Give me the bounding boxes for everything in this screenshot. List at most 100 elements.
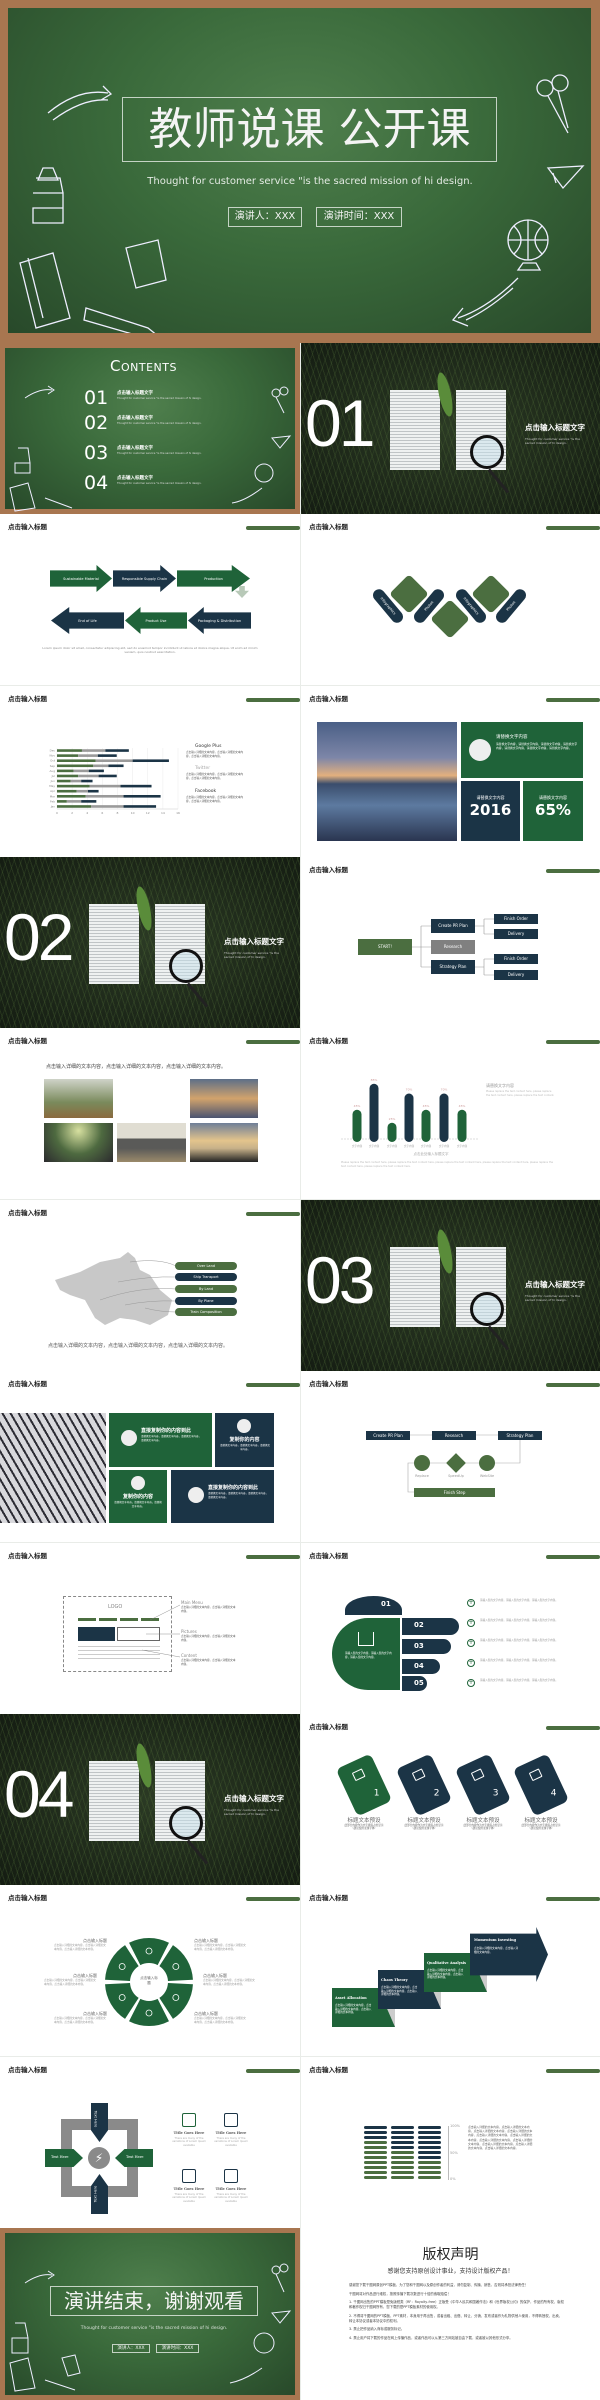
route-label[interactable]: Over Land <box>175 1262 237 1270</box>
process-step[interactable]: Production <box>177 565 250 592</box>
column-chart-slide: 45% 文字内容 85% 文字内容 25% 文字内容 70% 文字内容 45% 文字内容 70% 文字… <box>301 1028 600 1199</box>
route-label[interactable]: By Plane <box>175 1297 237 1305</box>
column-bar <box>404 1093 414 1142</box>
website-node[interactable] <box>479 1455 495 1471</box>
y-tick-label: Mar <box>50 794 56 798</box>
finger-05[interactable]: 05 <box>402 1676 427 1691</box>
contents-item-title[interactable]: 点击输入标题文字 <box>117 390 153 396</box>
bar-segment <box>132 759 169 763</box>
y-tick-label: Oct <box>50 759 56 763</box>
social-body: 点击输入详细的文本内容，点击输入详细的文本内容，点击输入详细的文本内容。 <box>186 751 244 758</box>
number-card[interactable]: 2 <box>395 1753 453 1817</box>
bar-segment <box>57 764 94 768</box>
tile-body: 请替换文字内容，请替换文字内容，请替换文字内容，请替换文字内容。 <box>208 1492 269 1499</box>
data-label: 85% <box>371 1078 378 1082</box>
contents-item-title[interactable]: 点击输入标题文字 <box>117 475 153 481</box>
category-label: 文字内容 <box>421 1144 432 1148</box>
level-pill <box>391 2141 414 2145</box>
flow-node[interactable]: Strategy Plan <box>431 960 475 974</box>
stair-title: Chaos Theory <box>381 1978 408 1982</box>
wireframe-label: Content <box>181 1653 197 1658</box>
header-accent-bar <box>546 526 600 530</box>
x-tick-label: 6 <box>101 811 103 815</box>
slide-title: 点击输入标题 <box>309 1380 348 1388</box>
stair-body: 点击输入详细的文本内容，点击输入详细的文本内容，点击输入详细的文本内容。 <box>335 2004 372 2015</box>
route-label[interactable]: Ship Transport <box>175 1273 237 1281</box>
contents-item-title[interactable]: 点击输入标题文字 <box>117 415 153 421</box>
city-sunset-photo <box>190 1079 258 1118</box>
flow-leaf[interactable]: Delivery <box>494 970 538 980</box>
copyright-paragraph: 2. 不得将千图网的PPT模板、PPT素材，本身用于再出售，或者出租、出借、转让… <box>349 2313 563 2323</box>
diamonds-slide: Infographics Photos Infographics Photos 点击输… <box>301 514 600 685</box>
contents-item-desc: Thought for customer service "is the sac… <box>117 397 202 400</box>
card-number: 1 <box>373 1788 380 1799</box>
plus-circle-icon: + <box>467 1659 475 1667</box>
slide-title: 点击输入标题 <box>8 523 47 531</box>
level-pill <box>364 2141 387 2145</box>
stair-arrow[interactable]: Momentum Investing 点击输入详细的文本内容，点击输入详细的文本内… <box>470 1927 548 1982</box>
process-step[interactable]: Product Use <box>125 607 187 634</box>
calendar-icon <box>182 2169 196 2183</box>
flow-leaf[interactable]: Delivery <box>494 929 538 939</box>
finish-step[interactable]: Finish Step <box>414 1488 495 1497</box>
mountain-clouds-photo <box>190 1123 258 1162</box>
finger-04[interactable]: 04 <box>402 1659 440 1674</box>
slide-title: 点击输入标题 <box>309 1037 348 1045</box>
node-label: WebSite <box>479 1474 495 1478</box>
flow-step[interactable]: Research <box>432 1431 476 1440</box>
bar-segment <box>97 754 117 757</box>
process-step[interactable]: Sustainable Material <box>50 565 112 592</box>
bar-segment <box>57 769 74 773</box>
contents-item-title[interactable]: 点击输入标题文字 <box>117 445 153 451</box>
slide-title: 点击输入标题 <box>8 1209 47 1217</box>
route-label[interactable]: By Land <box>175 1285 237 1293</box>
finger-02[interactable]: 02 <box>402 1618 459 1635</box>
contents-heading: Contents <box>110 357 177 375</box>
category-label: 文字内容 <box>352 1144 363 1148</box>
level-pill <box>418 2151 441 2155</box>
data-label: 45% <box>423 1104 430 1108</box>
contents-slide: Contents 01 点击输入标题文字 Thought for customer … <box>0 343 300 514</box>
flow-step[interactable]: Create PR Plan <box>366 1431 410 1440</box>
flow-node[interactable]: Create PR Plan <box>431 919 475 933</box>
process-step[interactable]: Responsible Supply Chain <box>113 565 176 592</box>
flow-leaf[interactable]: Finish Order <box>494 954 538 964</box>
bar-segment <box>93 764 109 768</box>
flow-leaf[interactable]: Finish Order <box>494 914 538 924</box>
level-pill <box>364 2146 387 2150</box>
process-step[interactable]: Packaging & Distribution <box>188 607 251 634</box>
number-card[interactable]: 1 <box>335 1753 393 1817</box>
level-pill <box>391 2161 414 2165</box>
copyright-paragraph: 感谢您下载千图网原创PPT模板，为了您和千图网以及原创作者的利益，请勿复制、传播… <box>349 2283 529 2287</box>
number-card[interactable]: 4 <box>512 1753 570 1817</box>
axis-tick: 100% <box>450 2124 461 2128</box>
chart-caption: 点击此处输入标题文字 <box>413 1152 449 1156</box>
column-bar <box>457 1109 467 1142</box>
slide-title: 点击输入标题 <box>8 1552 47 1560</box>
slide-title: 点击输入标题 <box>309 1894 348 1902</box>
finger-03[interactable]: 03 <box>402 1639 451 1654</box>
process-step[interactable]: End of Life <box>51 607 124 634</box>
route-label[interactable]: Train Composition <box>175 1308 237 1316</box>
column-bar <box>369 1083 379 1142</box>
percent-stat: 请替换文字内容 65% <box>523 781 583 841</box>
flow-node[interactable]: Research <box>431 940 475 954</box>
number-card[interactable]: 3 <box>454 1753 512 1817</box>
social-body: 点击输入详细的文本内容，点击输入详细的文本内容，点击输入详细的文本内容。 <box>186 773 244 780</box>
lightning-icon: ⚡ <box>88 2147 110 2169</box>
card-title: 标题文本预设 <box>347 1818 381 1824</box>
section-number: 04 <box>4 1757 74 1831</box>
replace-node[interactable] <box>414 1455 430 1471</box>
stair-body: 点击输入详细的文本内容，点击输入详细的文本内容，点击输入详细的文本内容。 <box>381 1986 418 1997</box>
section-desc: Thought for customer service "is the sac… <box>525 1294 580 1302</box>
data-label: 45% <box>354 1104 361 1108</box>
copyright-body: 感谢您下载千图网原创PPT模板，为了您和千图网以及原创作者的利益，请勿复制、传播… <box>349 2283 564 2344</box>
start-node[interactable]: START! <box>358 939 412 955</box>
finger-01[interactable]: 01 <box>345 1596 402 1615</box>
flow-step[interactable]: Strategy Plan <box>498 1431 542 1440</box>
ending-subtitle: Thought for customer service "is the sac… <box>80 2326 228 2331</box>
header-accent-bar <box>546 1726 600 1730</box>
arrow-label: Text Here <box>51 2155 69 2159</box>
cycle-item-body: 点击输入详细的文本内容，点击输入详细的文本内容，点击输入详细的文本内容。 <box>203 1979 255 1986</box>
level-pill <box>364 2161 387 2165</box>
